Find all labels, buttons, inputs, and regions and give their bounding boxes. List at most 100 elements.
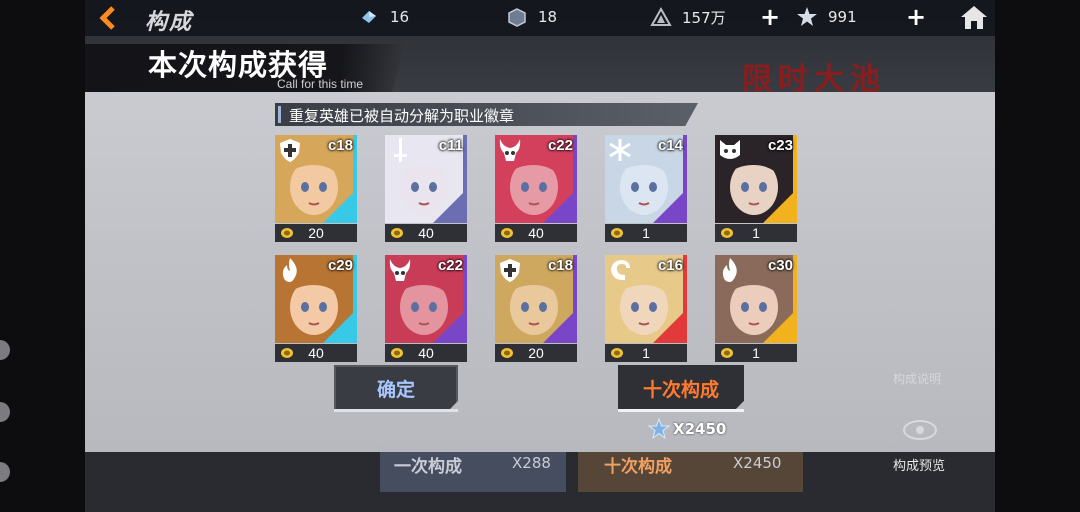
badge-count: 40 xyxy=(418,225,434,241)
horned-mask-icon xyxy=(499,139,521,161)
hero-code: c18 xyxy=(547,257,573,274)
star-gem-icon xyxy=(797,7,817,26)
add-coin-button[interactable]: + xyxy=(760,5,780,29)
resource-coin: 157万 xyxy=(650,6,726,28)
hero-code: c16 xyxy=(657,257,683,274)
hero-code: c23 xyxy=(767,137,793,154)
hero-portrait-frame: c23 xyxy=(715,135,797,223)
hero-code: c11 xyxy=(438,137,463,154)
crystal-icon xyxy=(362,11,376,23)
add-gem-button[interactable]: + xyxy=(906,5,926,29)
badge-count: 40 xyxy=(308,345,324,361)
notice-accent-bar xyxy=(278,106,281,123)
sword-icon xyxy=(394,138,407,162)
rarity-corner xyxy=(543,309,577,343)
right-letterbox xyxy=(995,0,1080,512)
cat-mask-icon xyxy=(720,140,740,159)
hero-portrait-frame: c14 xyxy=(605,135,687,223)
flame-icon xyxy=(282,258,297,282)
shield-cross-icon xyxy=(280,139,300,162)
badge-count-bar: 1 xyxy=(605,224,687,242)
hero-code: c14 xyxy=(657,137,683,154)
badge-count: 1 xyxy=(752,345,760,361)
badge-count-bar: 1 xyxy=(715,224,797,242)
resource-star-gem: 991 xyxy=(796,6,857,28)
bg-ten-pull-label: 十次构成 xyxy=(604,457,672,477)
event-banner-art: 限时大池 xyxy=(742,62,886,92)
hero-portrait-frame: c16 xyxy=(605,255,687,343)
badge-count-bar: 1 xyxy=(605,344,687,362)
hero-card[interactable]: c11 40 xyxy=(385,135,467,243)
hero-card[interactable]: c23 1 xyxy=(715,135,797,243)
notice-text: 重复英雄已被自动分解为职业徽章 xyxy=(289,107,515,125)
hero-portrait-frame: c18 xyxy=(495,255,577,343)
panel-subtitle: Call for this time xyxy=(277,77,364,91)
rarity-corner xyxy=(323,309,357,343)
badge-count-bar: 1 xyxy=(715,344,797,362)
rarity-corner xyxy=(433,189,467,223)
hero-code: c22 xyxy=(547,137,573,154)
hero-portrait-frame: c11 xyxy=(385,135,467,223)
hero-portrait-frame: c29 xyxy=(275,255,357,343)
ten-pull-button[interactable]: 十次构成 xyxy=(618,365,744,411)
hero-card[interactable]: c22 40 xyxy=(385,255,467,363)
hero-portrait-frame: c30 xyxy=(715,255,797,343)
badge-count: 1 xyxy=(642,345,650,361)
hero-portrait-frame: c22 xyxy=(495,135,577,223)
dragon-icon xyxy=(611,260,630,281)
home-icon[interactable] xyxy=(960,4,988,30)
badge-count: 40 xyxy=(418,345,434,361)
rarity-corner xyxy=(763,189,797,223)
ten-pull-cost: X2450 xyxy=(648,418,726,440)
badge-count-bar: 40 xyxy=(275,344,357,362)
hero-code: c30 xyxy=(767,257,793,274)
ten-pull-button-underline xyxy=(618,409,744,412)
hero-code: c22 xyxy=(437,257,463,274)
hero-card[interactable]: c22 40 xyxy=(495,135,577,243)
badge-count-bar: 20 xyxy=(275,224,357,242)
badge-count: 20 xyxy=(528,345,544,361)
rarity-corner xyxy=(433,309,467,343)
badge-count: 1 xyxy=(642,225,650,241)
badge-count: 40 xyxy=(528,225,544,241)
hero-portrait-frame: c18 xyxy=(275,135,357,223)
left-letterbox xyxy=(0,0,85,512)
hero-card[interactable]: c29 40 xyxy=(275,255,357,363)
badge-count-bar: 40 xyxy=(385,344,467,362)
gacha-description-button: 构成说明 xyxy=(893,372,942,386)
hero-code: c29 xyxy=(327,257,353,274)
eye-icon xyxy=(903,420,937,440)
snowflake-icon xyxy=(609,139,631,161)
screen-title: 构成 xyxy=(145,10,194,35)
preview-button[interactable]: 构成预览 xyxy=(893,455,945,474)
hero-card[interactable]: c18 20 xyxy=(275,135,357,243)
hero-card[interactable]: c18 20 xyxy=(495,255,577,363)
rarity-corner xyxy=(323,189,357,223)
rarity-corner xyxy=(653,189,687,223)
resource-cube: 18 xyxy=(506,6,557,28)
confirm-button[interactable]: 确定 xyxy=(334,365,458,411)
bg-one-pull-label: 一次构成 xyxy=(394,457,462,477)
badge-count-bar: 40 xyxy=(495,224,577,242)
confirm-button-underline xyxy=(334,409,458,412)
rarity-corner xyxy=(653,309,687,343)
hero-card[interactable]: c30 1 xyxy=(715,255,797,363)
rarity-corner xyxy=(763,309,797,343)
flame-icon xyxy=(722,258,737,282)
badge-count: 20 xyxy=(308,225,324,241)
duplicate-notice: 重复英雄已被自动分解为职业徽章 xyxy=(275,103,698,126)
star-gem-icon xyxy=(648,418,670,440)
rarity-corner xyxy=(543,189,577,223)
hero-card[interactable]: c14 1 xyxy=(605,135,687,243)
bg-one-pull-cost: X288 xyxy=(512,454,551,472)
badge-count-bar: 40 xyxy=(385,224,467,242)
hero-code: c18 xyxy=(327,137,353,154)
resource-crystal: 16 xyxy=(358,6,409,28)
badge-count-bar: 20 xyxy=(495,344,577,362)
hero-card[interactable]: c16 1 xyxy=(605,255,687,363)
bg-ten-pull-cost: X2450 xyxy=(733,454,782,472)
back-arrow-icon[interactable] xyxy=(95,4,123,32)
cube-icon xyxy=(508,8,526,27)
shield-cross-icon xyxy=(500,259,520,282)
triangle-coin-icon xyxy=(650,6,672,26)
